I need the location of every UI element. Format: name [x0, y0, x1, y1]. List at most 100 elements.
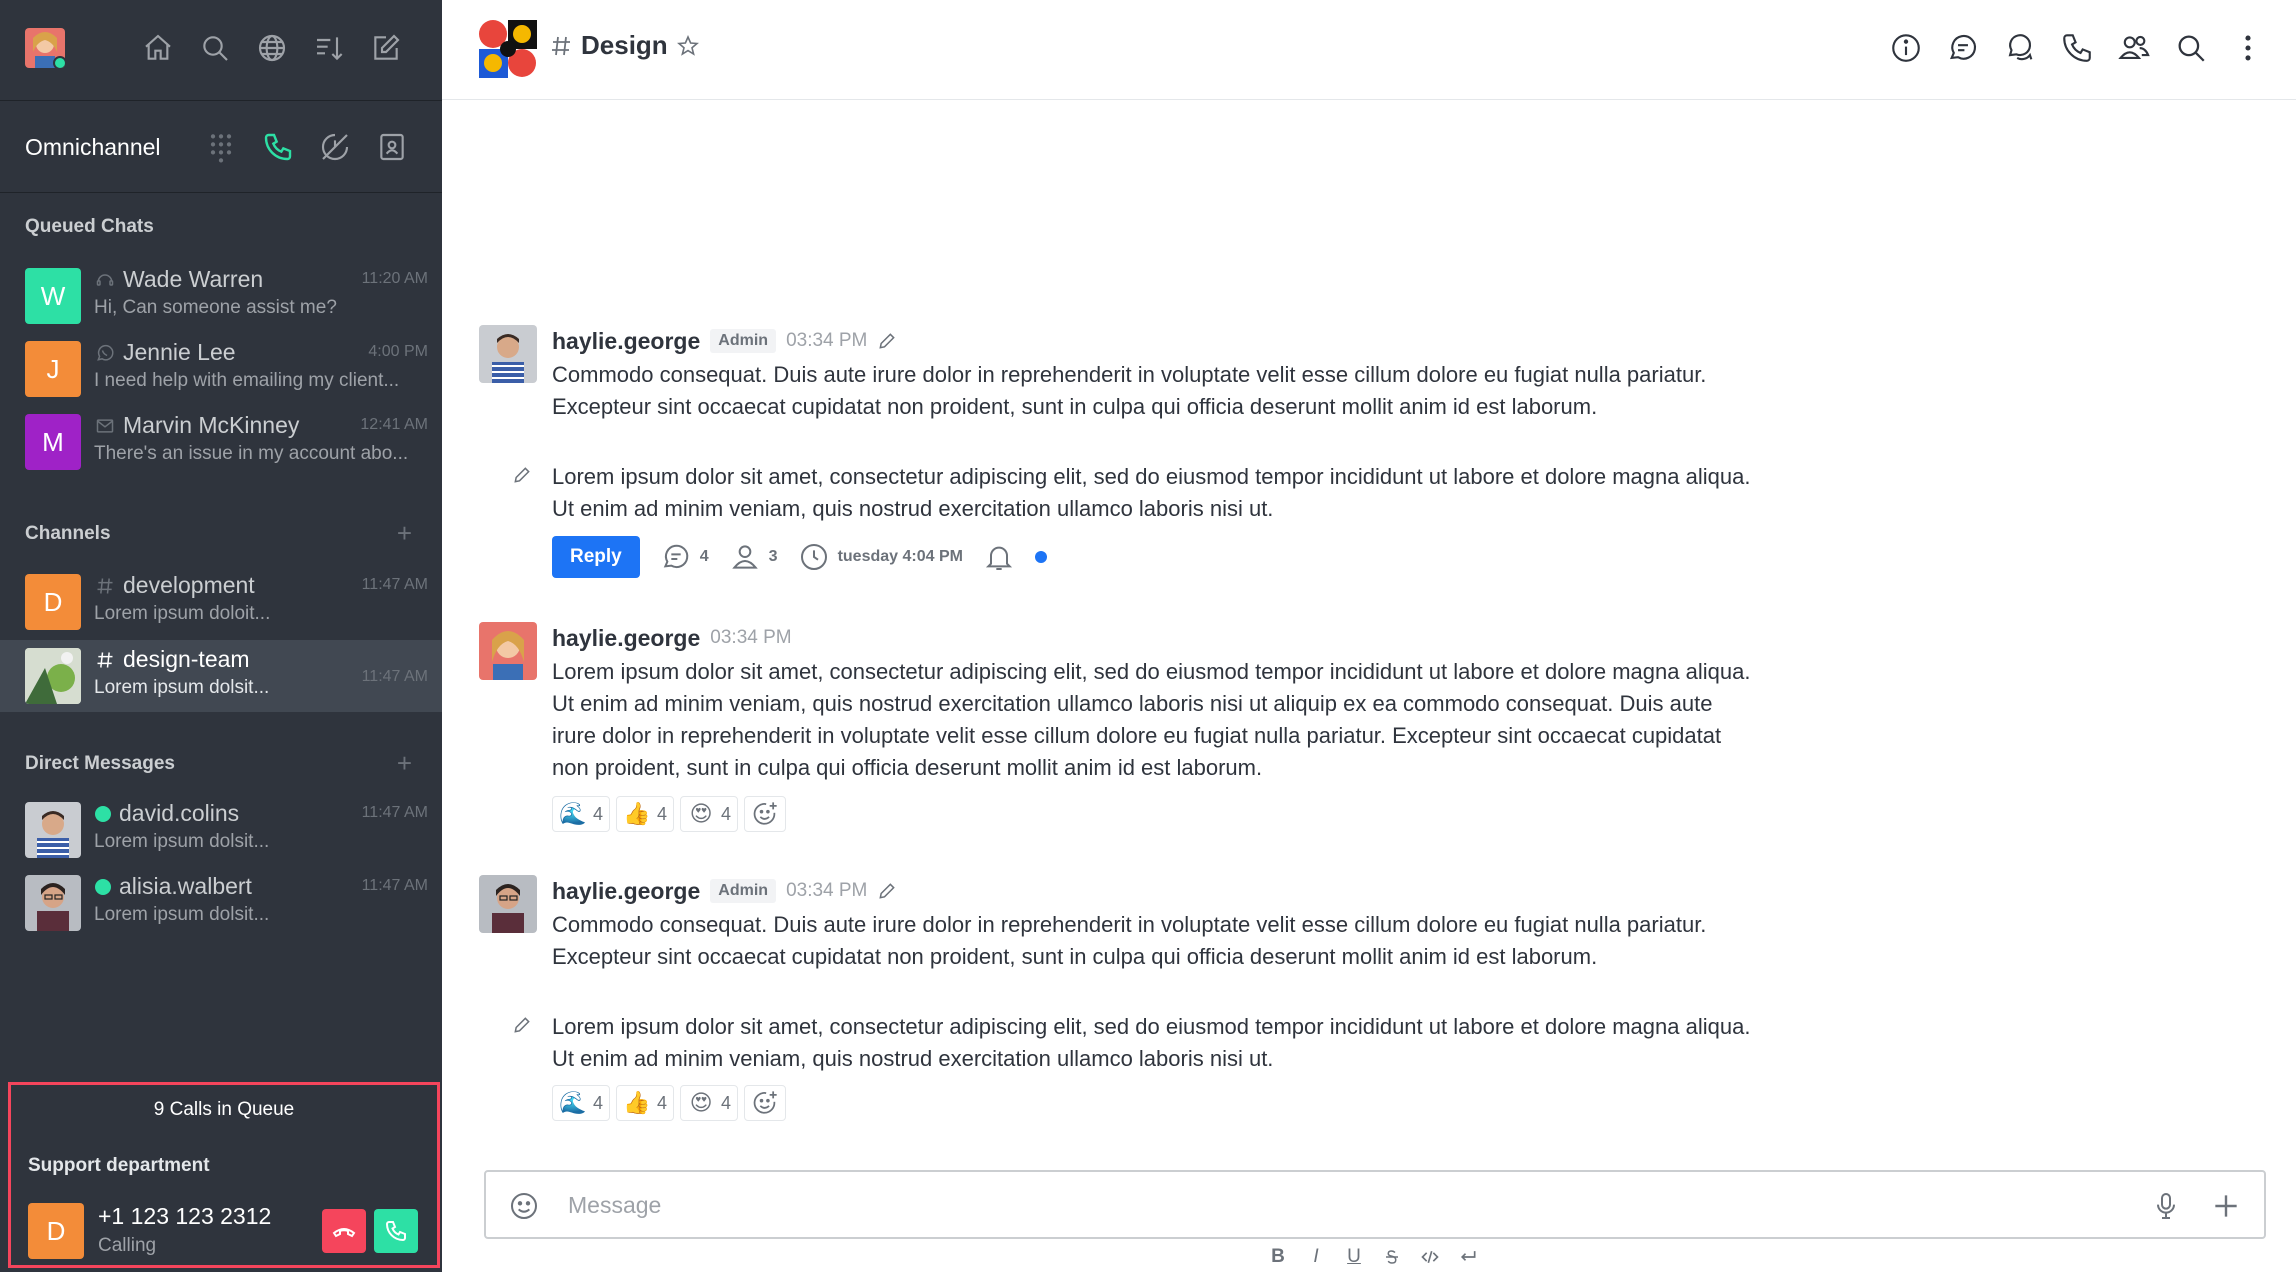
thumbs-up-emoji: 👍 — [623, 1090, 651, 1115]
code-icon — [1421, 1250, 1439, 1264]
calls-in-queue-label: 9 Calls in Queue — [153, 1099, 295, 1120]
microphone-icon[interactable] — [2148, 1188, 2184, 1224]
room-avatar[interactable] — [479, 20, 537, 78]
heart-eyes-emoji: 😍 — [689, 801, 713, 826]
search-icon[interactable] — [197, 30, 233, 66]
queued-chat-time: 4:00 PM — [368, 343, 428, 360]
add-reaction-icon — [753, 1091, 777, 1114]
queued-chat-time: 11:20 AM — [361, 270, 428, 287]
last-reply-time: tuesday 4:04 PM — [837, 548, 963, 565]
sort-icon[interactable] — [311, 30, 347, 66]
emoji-picker-icon[interactable] — [506, 1188, 542, 1224]
search-messages-icon[interactable] — [2173, 30, 2209, 66]
channel-time: 11:47 AM — [361, 576, 428, 593]
sidebar-topbar — [0, 0, 442, 100]
underline-button[interactable]: U — [1344, 1245, 1364, 1269]
avatar[interactable] — [479, 622, 537, 680]
message-username[interactable]: haylie.george — [552, 878, 700, 905]
bell-icon — [985, 546, 1013, 570]
avatar: W — [25, 268, 81, 324]
channel-item-development[interactable]: D development Lorem ipsum doloit... 11:4… — [0, 566, 442, 638]
queued-chat-preview: Hi, Can someone assist me? — [94, 297, 337, 318]
message: haylie.george 03:34 PM Lorem ipsum dolor… — [479, 622, 1779, 837]
hashtag-icon — [552, 36, 570, 55]
reply-button[interactable]: Reply — [552, 536, 640, 578]
threads-icon[interactable] — [1945, 30, 1981, 66]
contact-center-icon[interactable] — [374, 129, 410, 165]
message-text: Lorem ipsum dolor sit amet, consectetur … — [552, 659, 1751, 780]
reaction-heart-eyes[interactable]: 😍 4 — [680, 1085, 739, 1121]
main-content: Design haylie.george Admin 03:34 PM Comm… — [442, 0, 2296, 1272]
avatar[interactable] — [479, 875, 537, 933]
thumbs-up-emoji: 👍 — [623, 801, 651, 826]
message-username[interactable]: haylie.george — [552, 328, 700, 355]
plus-icon[interactable] — [2208, 1188, 2244, 1224]
avatar: J — [25, 341, 81, 397]
edited-pencil-icon — [879, 883, 896, 899]
strikethrough-icon — [1386, 1250, 1398, 1264]
italic-button[interactable]: I — [1306, 1245, 1326, 1269]
bold-button[interactable]: B — [1268, 1245, 1288, 1269]
avatar: M — [25, 414, 81, 470]
thread-icon — [663, 544, 688, 569]
omnichannel-offline-icon[interactable] — [317, 129, 353, 165]
message: haylie.george Admin 03:34 PM Commodo con… — [479, 875, 1779, 1135]
reaction-wave[interactable]: 🌊 4 — [552, 796, 611, 832]
add-reaction-button[interactable] — [744, 796, 787, 832]
accept-call-button[interactable] — [374, 1209, 418, 1253]
decline-call-button[interactable] — [322, 1209, 366, 1253]
message-input[interactable] — [568, 1186, 2068, 1224]
reaction-count: 4 — [721, 803, 732, 824]
whatsapp-icon — [97, 344, 114, 361]
reaction-count: 4 — [593, 1092, 604, 1113]
caller-number: +1 123 123 2312 — [98, 1203, 272, 1229]
queued-chat-preview: I need help with emailing my client... — [94, 370, 400, 391]
return-icon — [1460, 1251, 1476, 1261]
reaction-thumbs-up[interactable]: 👍 4 — [616, 1085, 675, 1121]
room-info-icon[interactable] — [1888, 30, 1924, 66]
reaction-heart-eyes[interactable]: 😍 4 — [680, 796, 739, 832]
message-time: 03:34 PM — [786, 880, 868, 901]
dm-item-david-colins[interactable]: david.colins Lorem ipsum dolsit... 11:47… — [0, 794, 442, 866]
add-channel-button[interactable]: + — [397, 520, 412, 546]
reaction-wave[interactable]: 🌊 4 — [552, 1085, 611, 1121]
multiline-button[interactable] — [1458, 1245, 1478, 1269]
online-status-indicator — [53, 56, 65, 68]
channel-time: 11:47 AM — [361, 668, 428, 685]
add-reaction-icon — [753, 802, 777, 825]
kebab-menu-icon[interactable] — [2230, 30, 2266, 66]
home-icon[interactable] — [140, 30, 176, 66]
phone-icon[interactable] — [260, 129, 296, 165]
code-button[interactable] — [1420, 1245, 1440, 1269]
queued-chat-item[interactable]: W Wade Warren Hi, Can someone assist me?… — [0, 260, 442, 332]
directory-globe-icon[interactable] — [254, 30, 290, 66]
participants-number: 3 — [768, 548, 778, 565]
unread-indicator — [1034, 551, 1047, 563]
strikethrough-button[interactable] — [1382, 1245, 1402, 1269]
reaction-count: 4 — [657, 803, 668, 824]
star-icon[interactable] — [676, 34, 700, 58]
thread-replies-count[interactable]: 4 — [660, 541, 709, 573]
hashtag-icon — [97, 651, 113, 668]
dialpad-icon[interactable] — [203, 129, 239, 165]
message-username[interactable]: haylie.george — [552, 625, 700, 652]
dm-item-alisia-walbert[interactable]: alisia.walbert Lorem ipsum dolsit... 11:… — [0, 867, 442, 939]
create-new-icon[interactable] — [368, 30, 404, 66]
channel-avatar — [25, 648, 81, 704]
discussions-icon[interactable] — [2002, 30, 2038, 66]
call-icon[interactable] — [2059, 30, 2095, 66]
avatar[interactable] — [479, 325, 537, 383]
reaction-thumbs-up[interactable]: 👍 4 — [616, 796, 675, 832]
members-icon[interactable] — [2116, 30, 2152, 66]
channel-item-design-team[interactable]: design-team Lorem ipsum dolsit... 11:47 … — [0, 640, 442, 712]
queued-chat-item[interactable]: M Marvin McKinney There's an issue in my… — [0, 406, 442, 478]
department-label: Support department — [28, 1155, 210, 1176]
queued-chat-item[interactable]: J Jennie Lee I need help with emailing m… — [0, 333, 442, 405]
add-direct-message-button[interactable]: + — [397, 750, 412, 776]
user-avatar[interactable] — [25, 28, 65, 68]
sidebar: Omnichannel Queued Chats W Wade Warren H… — [0, 0, 442, 1272]
channel-preview: Lorem ipsum dolsit... — [94, 677, 270, 698]
thread-participants-count[interactable]: 3 — [729, 541, 778, 573]
follow-thread-button[interactable] — [983, 541, 1015, 573]
add-reaction-button[interactable] — [744, 1085, 787, 1121]
